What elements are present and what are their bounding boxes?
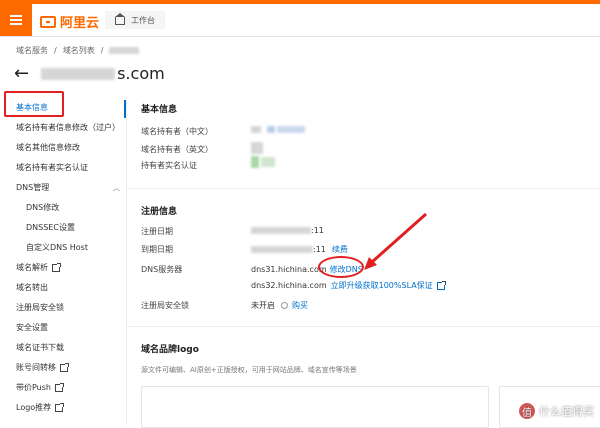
arrow-line — [371, 212, 427, 264]
annotation-arrow — [364, 212, 427, 270]
watermark-badge: 值 — [519, 403, 535, 419]
watermark: 值 什么值得买 — [519, 403, 594, 419]
watermark-text: 什么值得买 — [539, 405, 594, 418]
annotation-circle — [318, 256, 364, 278]
